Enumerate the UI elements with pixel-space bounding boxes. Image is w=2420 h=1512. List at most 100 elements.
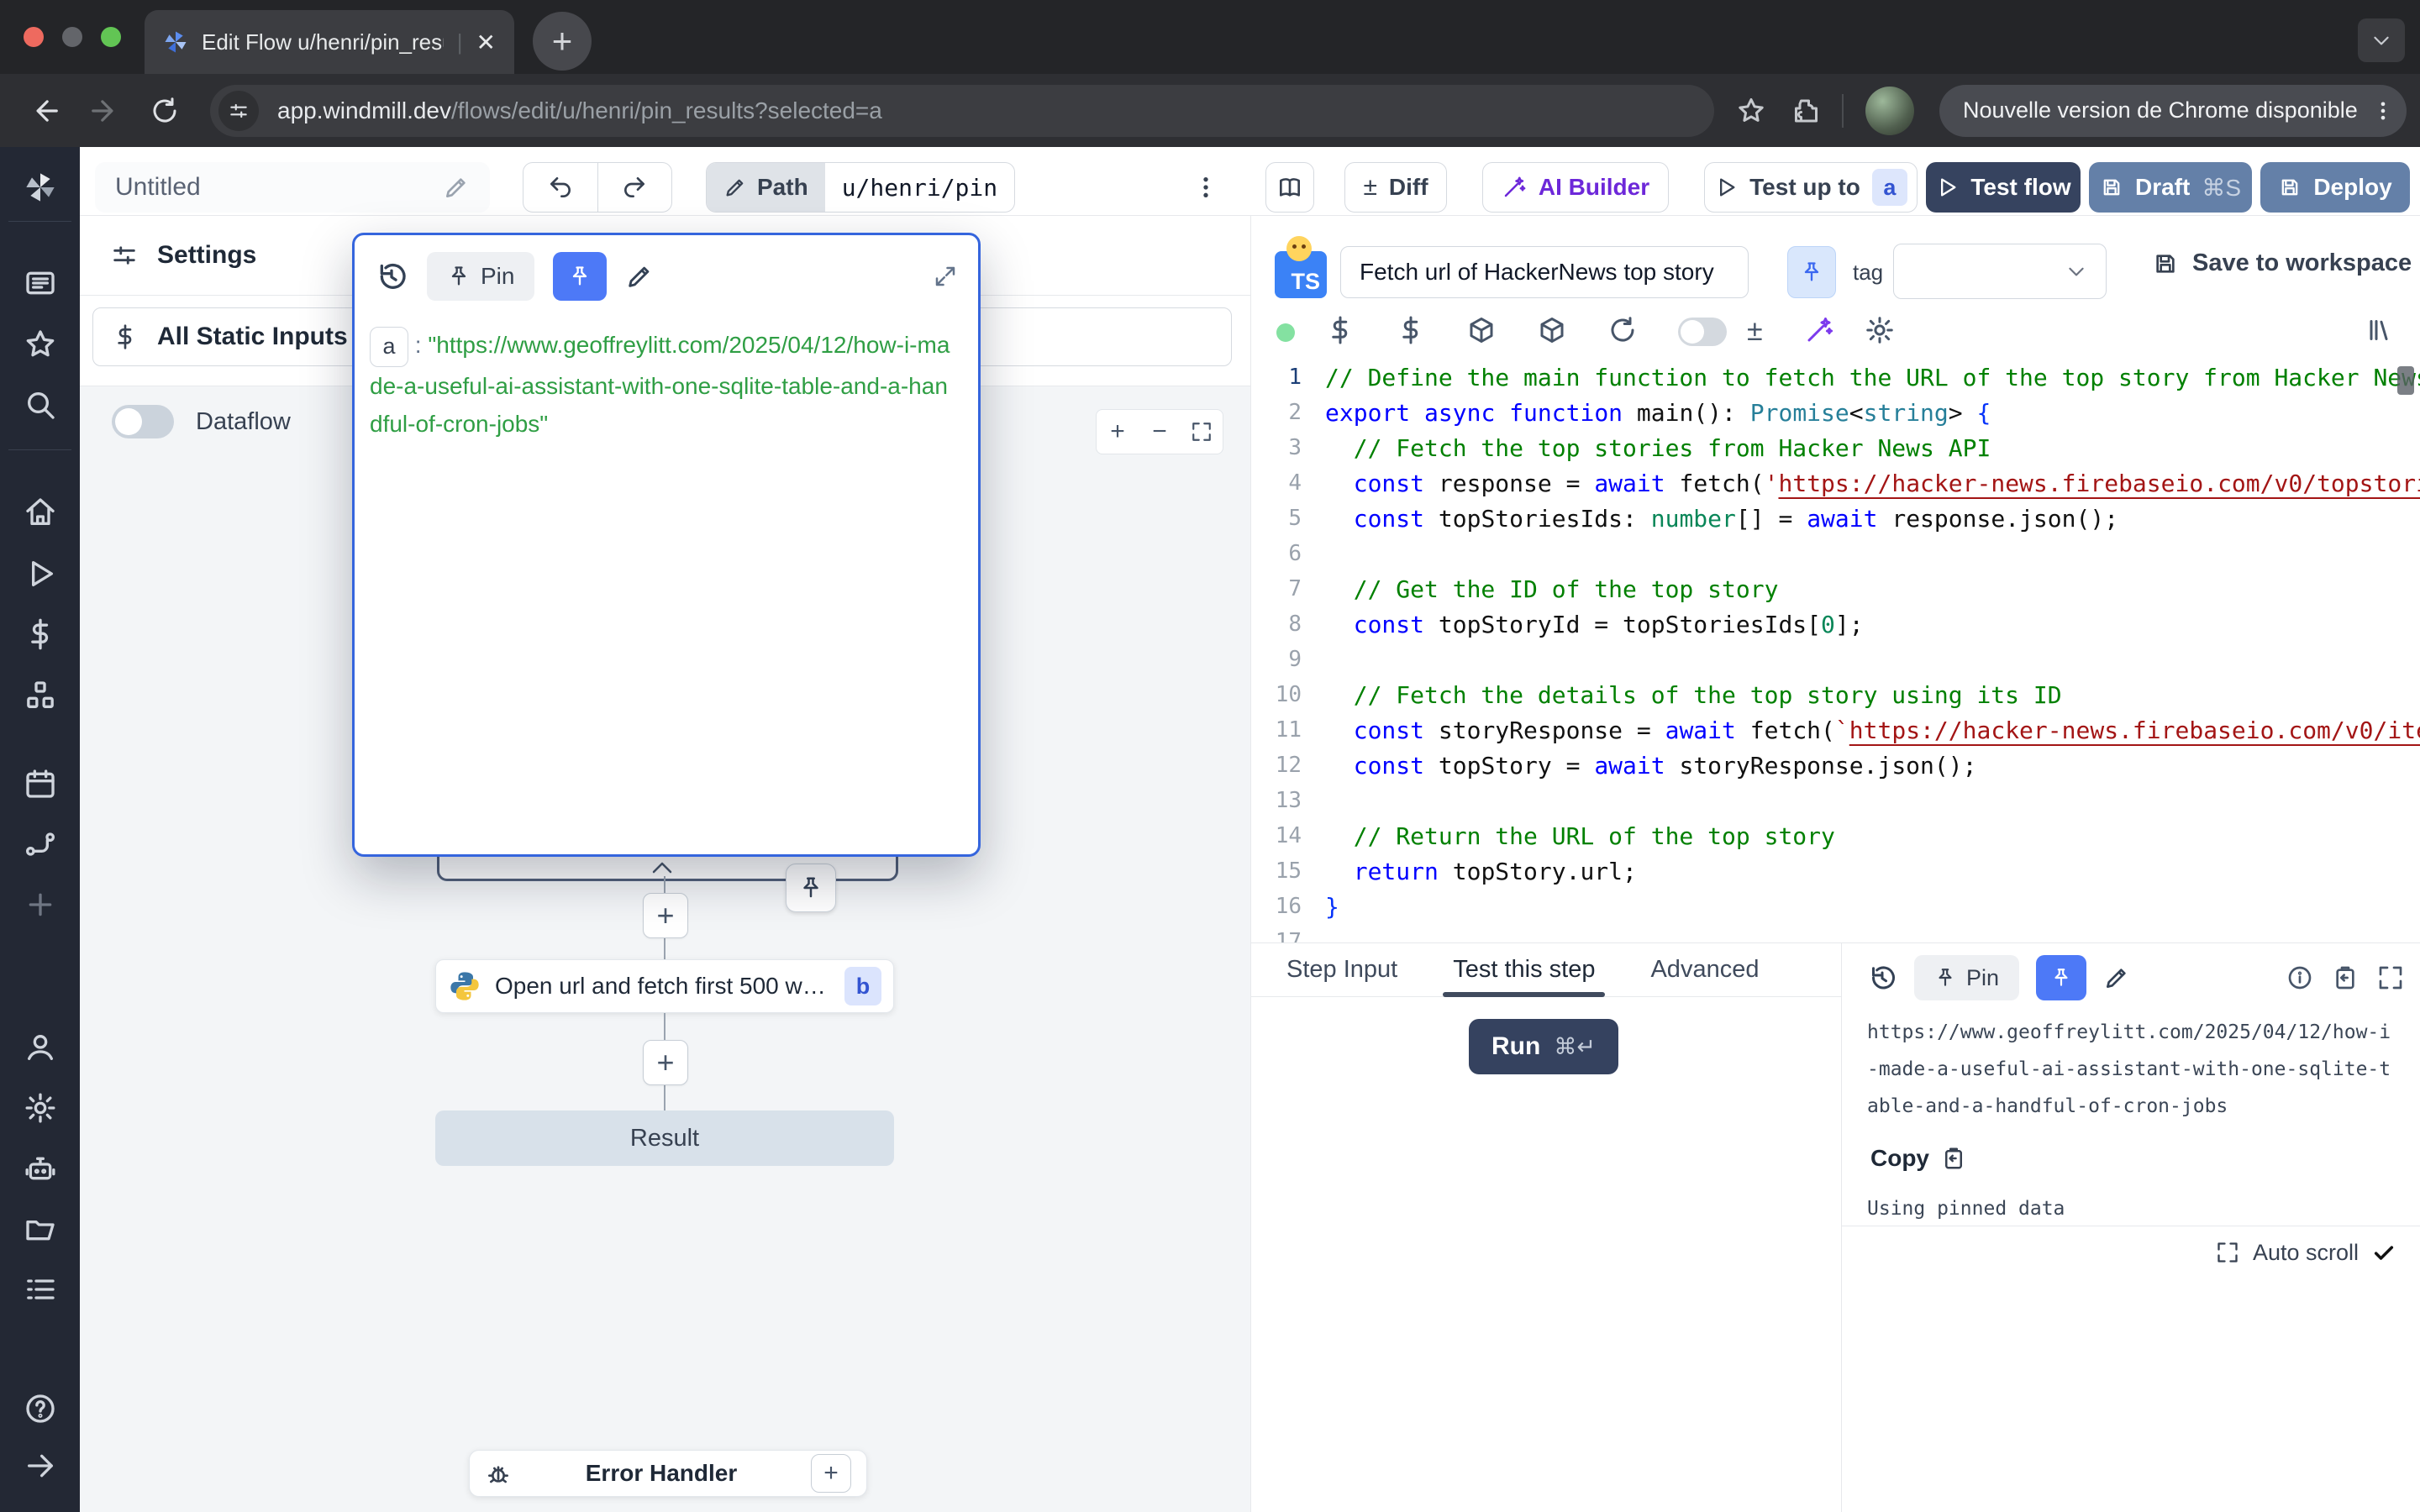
runs-icon[interactable] (24, 557, 57, 591)
result-node[interactable]: Result (435, 1110, 894, 1166)
tab-advanced[interactable]: Advanced (1650, 956, 1759, 984)
test-flow-label: Test flow (1970, 174, 2070, 201)
code-editor[interactable]: 1// Define the main function to fetch th… (1251, 360, 2420, 942)
variables-dollar-icon[interactable] (1325, 315, 1355, 345)
history-icon[interactable] (1867, 963, 1897, 993)
docs-book-button[interactable] (1265, 162, 1314, 213)
forward-icon[interactable] (89, 95, 121, 127)
edit-pin-pencil-icon[interactable] (625, 262, 654, 291)
expand-popup-icon[interactable] (933, 264, 958, 289)
history-icon[interactable] (375, 260, 408, 293)
edit-result-pencil-icon[interactable] (2103, 964, 2130, 991)
error-handler-node[interactable]: Error Handler + (469, 1450, 867, 1497)
new-tab-button[interactable]: + (533, 12, 592, 71)
traffic-minimize-button[interactable] (62, 27, 82, 47)
favorites-star-icon[interactable] (24, 328, 57, 361)
fullscreen-result-icon[interactable] (2377, 964, 2404, 991)
zoom-in-button[interactable]: + (1097, 417, 1139, 446)
copy-result-clipboard-icon[interactable] (2332, 964, 2359, 991)
tag-select[interactable] (1893, 244, 2107, 299)
resources-icon[interactable] (24, 679, 57, 712)
profile-avatar[interactable] (1865, 87, 1914, 135)
diff-plus-minus-icon[interactable]: ± (1747, 315, 1763, 348)
flow-name-input[interactable]: Untitled (95, 162, 490, 213)
result-value[interactable]: https://www.geoffreylitt.com/2025/04/12/… (1842, 1000, 2420, 1125)
extensions-icon[interactable] (1790, 96, 1820, 126)
copy-button[interactable]: Copy (1842, 1125, 2420, 1172)
reload-icon[interactable] (150, 96, 180, 126)
test-flow-button[interactable]: Test flow (1926, 162, 2081, 213)
expand-logs-icon[interactable] (2216, 1241, 2239, 1264)
flows-icon[interactable] (24, 827, 57, 861)
home-icon[interactable] (24, 496, 57, 529)
result-pinned-active-button[interactable] (2036, 955, 2086, 1000)
site-settings-icon[interactable] (218, 91, 259, 131)
resources-dollar-icon[interactable] (1396, 315, 1426, 345)
audit-logs-icon[interactable] (24, 1273, 57, 1306)
undo-button[interactable] (523, 163, 598, 212)
step-pin-button[interactable] (1787, 246, 1836, 298)
dataflow-toggle[interactable] (112, 405, 174, 438)
expand-sidebar-icon[interactable] (24, 1449, 57, 1483)
insert-step-button[interactable]: + (643, 893, 688, 938)
test-up-to-button[interactable]: Test up to a (1704, 162, 1918, 213)
docs-icon[interactable] (24, 266, 57, 300)
add-icon[interactable] (24, 888, 57, 921)
library-icon[interactable] (2364, 315, 2394, 345)
fit-view-button[interactable] (1181, 421, 1223, 443)
ai-builder-button[interactable]: AI Builder (1482, 162, 1669, 213)
run-button[interactable]: Run ⌘↵ (1469, 1019, 1618, 1074)
package-icon[interactable] (1537, 315, 1567, 345)
variables-icon[interactable] (24, 617, 57, 651)
workers-icon[interactable] (24, 1152, 57, 1185)
help-icon[interactable] (24, 1392, 57, 1425)
traffic-zoom-button[interactable] (101, 27, 121, 47)
info-icon[interactable] (2286, 964, 2313, 991)
deploy-button[interactable]: Deploy (2260, 162, 2410, 213)
editor-scrollbar-thumb[interactable] (2397, 366, 2414, 395)
browser-tab[interactable]: Edit Flow u/henri/pin_results | ✕ (145, 10, 514, 74)
tab-close-icon[interactable]: ✕ (476, 29, 496, 56)
tab-step-input[interactable]: Step Input (1286, 956, 1397, 984)
redo-button[interactable] (598, 174, 672, 201)
chevron-down-icon (2065, 260, 2087, 282)
package-icon[interactable] (1466, 315, 1497, 345)
edit-name-pencil-icon[interactable] (443, 174, 470, 201)
input-pin-badge[interactable] (786, 864, 836, 912)
editor-toggle[interactable] (1678, 318, 1727, 346)
windmill-logo[interactable] (24, 171, 57, 204)
bookmark-star-icon[interactable] (1736, 96, 1766, 126)
back-icon[interactable] (29, 95, 60, 127)
pin-icon (1800, 260, 1823, 284)
user-icon[interactable] (24, 1031, 57, 1064)
pin-toggle-button[interactable]: Pin (427, 252, 534, 301)
browser-menu-icon[interactable] (2371, 99, 2395, 123)
auto-scroll-checkmark-icon[interactable] (2372, 1241, 2396, 1264)
zoom-out-button[interactable]: − (1139, 417, 1181, 446)
address-bar[interactable]: app.windmill.dev/flows/edit/u/henri/pin_… (210, 85, 1714, 137)
pinned-active-button[interactable] (553, 252, 607, 301)
tab-test-this-step[interactable]: Test this step (1453, 956, 1595, 984)
reset-icon[interactable] (1607, 315, 1638, 345)
save-to-workspace-button[interactable]: Save to workspace (2152, 249, 2412, 277)
search-icon[interactable] (24, 388, 57, 422)
chrome-update-button[interactable]: Nouvelle version de Chrome disponible (1939, 85, 2407, 137)
editor-settings-gear-icon[interactable] (1865, 315, 1895, 345)
draft-button[interactable]: Draft ⌘S (2089, 162, 2252, 213)
path-button[interactable]: Path (707, 163, 825, 212)
settings-gear-icon[interactable] (24, 1091, 57, 1125)
ai-wand-icon[interactable] (1804, 315, 1834, 345)
undo-redo-group (523, 162, 672, 213)
result-pin-toggle-button[interactable]: Pin (1914, 955, 2019, 1000)
add-error-handler-button[interactable]: + (811, 1454, 851, 1493)
path-value[interactable]: u/henri/pin (825, 174, 1014, 202)
step-summary-input[interactable]: Fetch url of HackerNews top story (1340, 246, 1749, 298)
flow-step-node-b[interactable]: Open url and fetch first 500 words of ..… (435, 959, 894, 1013)
diff-button[interactable]: ± Diff (1344, 162, 1447, 213)
traffic-close-button[interactable] (24, 27, 44, 47)
insert-step-button[interactable]: + (643, 1040, 688, 1085)
more-options-kebab-icon[interactable] (1192, 174, 1219, 201)
schedules-icon[interactable] (24, 767, 57, 801)
tab-search-chevron-icon[interactable] (2358, 18, 2405, 62)
folders-icon[interactable] (24, 1212, 57, 1246)
